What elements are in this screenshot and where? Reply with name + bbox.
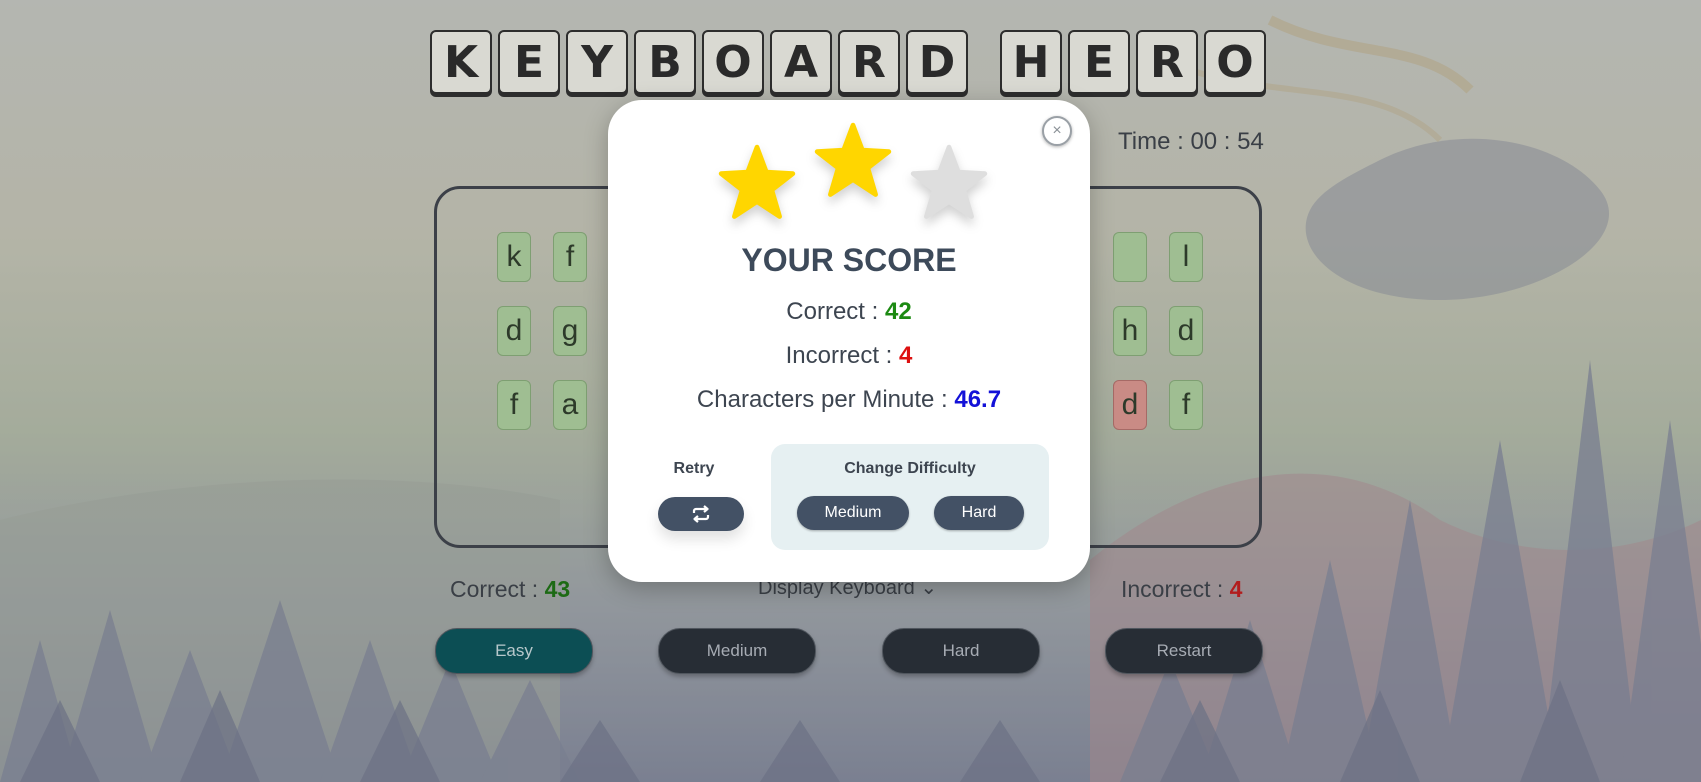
title-key: K bbox=[430, 30, 492, 94]
letter-tile: k bbox=[497, 232, 531, 282]
letter-tile: d bbox=[1169, 306, 1203, 356]
game-title: K E Y B O A R D H E R O bbox=[430, 30, 1266, 94]
score-title: YOUR SCORE bbox=[741, 242, 957, 278]
letter-tile: h bbox=[1113, 306, 1147, 356]
modal-hard-button[interactable]: Hard bbox=[934, 496, 1024, 530]
title-key: D bbox=[906, 30, 968, 94]
timer: Time : 00 : 54 bbox=[1118, 128, 1264, 155]
footer-incorrect-label: Incorrect : bbox=[1121, 576, 1230, 602]
close-button[interactable]: × bbox=[1042, 116, 1072, 146]
letter-tile: f bbox=[497, 380, 531, 430]
restart-button[interactable]: Restart bbox=[1105, 628, 1263, 674]
title-key: B bbox=[634, 30, 696, 94]
close-icon: × bbox=[1052, 122, 1062, 139]
medium-button[interactable]: Medium bbox=[658, 628, 816, 674]
star-icon bbox=[910, 144, 988, 219]
modal-correct-value: 42 bbox=[884, 298, 912, 325]
change-difficulty-panel: Change Difficulty Medium Hard bbox=[771, 444, 1049, 550]
title-key: A bbox=[770, 30, 832, 94]
repeat-icon bbox=[692, 505, 710, 523]
modal-incorrect-label: Incorrect : bbox=[785, 342, 899, 369]
star-icon bbox=[718, 144, 796, 219]
footer-incorrect: Incorrect : 4 bbox=[1121, 576, 1242, 603]
easy-button[interactable]: Easy bbox=[435, 628, 593, 674]
change-difficulty-label: Change Difficulty bbox=[844, 460, 976, 477]
letter-tile: f bbox=[1169, 380, 1203, 430]
retry-label: Retry bbox=[673, 460, 715, 477]
title-key: O bbox=[702, 30, 764, 94]
modal-cpm: Characters per Minute : 46.7 bbox=[608, 386, 1090, 414]
letter-tile: a bbox=[553, 380, 587, 430]
star-icon bbox=[814, 122, 892, 197]
modal-medium-button[interactable]: Medium bbox=[797, 496, 909, 530]
footer-correct: Correct : 43 bbox=[450, 576, 570, 603]
letter-tile: g bbox=[553, 306, 587, 356]
modal-cpm-value: 46.7 bbox=[954, 386, 1002, 413]
letter-tile: f bbox=[553, 232, 587, 282]
modal-correct-label: Correct : bbox=[786, 298, 885, 325]
footer-correct-label: Correct : bbox=[450, 576, 545, 602]
retry-button[interactable] bbox=[658, 497, 744, 531]
letter-tile bbox=[1113, 232, 1147, 282]
title-key: Y bbox=[566, 30, 628, 94]
modal-cpm-label: Characters per Minute : bbox=[696, 386, 955, 413]
hard-button[interactable]: Hard bbox=[882, 628, 1040, 674]
title-key: H bbox=[1000, 30, 1062, 94]
modal-incorrect: Incorrect : 4 bbox=[608, 342, 1090, 370]
modal-incorrect-value: 4 bbox=[899, 342, 913, 369]
score-modal: × YOUR SCORE Correct : 42 Incorrect : 4 … bbox=[608, 100, 1090, 582]
footer-correct-value: 43 bbox=[544, 576, 571, 602]
title-key: E bbox=[1068, 30, 1130, 94]
modal-correct: Correct : 42 bbox=[608, 298, 1090, 326]
letter-tile: d bbox=[497, 306, 531, 356]
letter-tile: l bbox=[1169, 232, 1203, 282]
title-key: O bbox=[1204, 30, 1266, 94]
title-key: R bbox=[1136, 30, 1198, 94]
letter-tile-incorrect: d bbox=[1113, 380, 1147, 430]
title-key: R bbox=[838, 30, 900, 94]
title-key: E bbox=[498, 30, 560, 94]
footer-incorrect-value: 4 bbox=[1229, 576, 1243, 602]
